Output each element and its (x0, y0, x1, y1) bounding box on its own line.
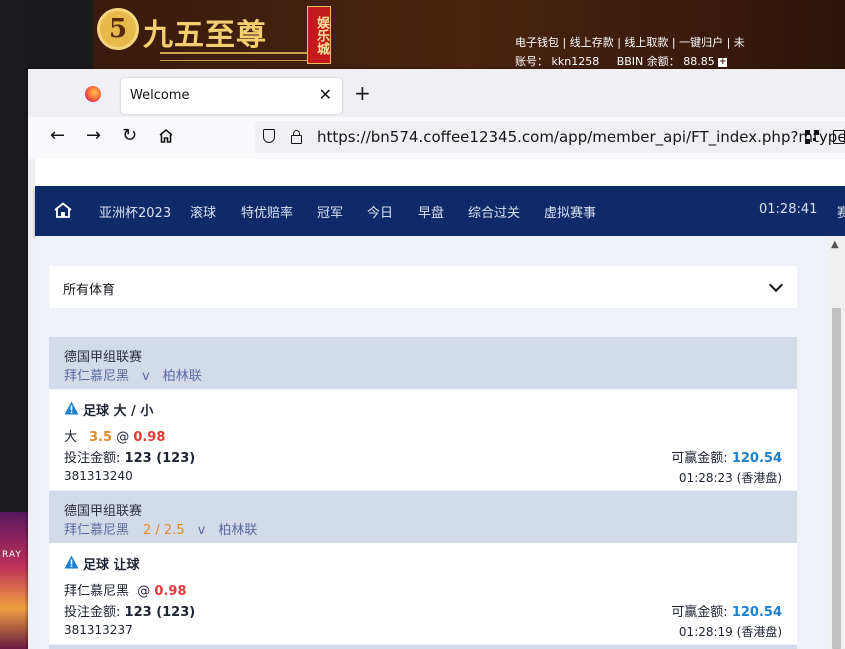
tab-title: Welcome (130, 88, 190, 103)
warning-icon (64, 555, 79, 569)
promo-image: RAY (0, 512, 30, 649)
bet-time: 01:28:19 (香港盘) (678, 625, 782, 639)
tab-strip: Welcome ✕ + (28, 69, 845, 117)
bet-card-next (49, 645, 797, 649)
selection-name: 拜仁慕尼黑 (64, 584, 130, 599)
reader-view-icon[interactable] (833, 130, 845, 144)
nav-virtual[interactable]: 虚拟赛事 (544, 202, 596, 221)
casino-logo-badge: 娱乐城 (307, 6, 331, 64)
account-info: 账号： kkn1258 BBIN 余额： 88.85 + (515, 53, 728, 69)
bet-selection: 拜仁慕尼黑 @ 0.98 (64, 580, 187, 599)
handicap-line: 2 / 2.5 (143, 523, 185, 538)
league-name: 德国甲组联赛 (64, 504, 143, 519)
nav-outright[interactable]: 冠军 (317, 202, 343, 221)
match-teams: 拜仁慕尼黑 2 / 2.5 v 柏林联 (64, 519, 257, 538)
account-value: kkn1258 (551, 55, 600, 68)
tab-welcome[interactable]: Welcome ✕ (121, 78, 342, 114)
nav-live[interactable]: 滚球 (190, 202, 216, 221)
chevron-down-icon[interactable] (768, 277, 784, 293)
at-sign: @ (137, 584, 151, 599)
balance-label: BBIN 余额： (616, 55, 680, 68)
nav-today[interactable]: 今日 (367, 202, 393, 221)
away-team: 柏林联 (218, 523, 258, 538)
bet-market: 足球 大 / 小 (83, 404, 154, 419)
navigation-bar: ← → ↻ https://bn574.coffee12345.com/app/… (28, 117, 845, 159)
forward-icon[interactable]: → (86, 126, 101, 146)
sport-select-value: 所有体育 (63, 283, 116, 298)
home-icon[interactable] (158, 128, 174, 144)
bet-market: 足球 让球 (83, 558, 140, 573)
ticket-id: 381313240 (64, 469, 133, 483)
casino-logo-name: 九五至尊 (143, 18, 267, 53)
casino-logo-number: 5 (97, 8, 139, 50)
home-team: 拜仁慕尼黑 (64, 523, 130, 538)
balance-value: 88.85 (683, 55, 715, 68)
win-label: 可赢金额: (671, 451, 728, 466)
scroll-thumb[interactable] (832, 308, 841, 649)
potential-win: 可赢金额: 120.54 (671, 601, 782, 620)
win-value: 120.54 (731, 605, 782, 620)
selection-odds: 0.98 (133, 430, 166, 445)
url-text[interactable]: https://bn574.coffee12345.com/app/member… (317, 128, 845, 146)
selection-name: 大 (64, 430, 78, 445)
nav-asian-cup[interactable]: 亚洲杯2023 (99, 202, 171, 221)
stake-label: 投注金额: (64, 605, 121, 620)
bet-header: 德国甲组联赛 拜仁慕尼黑 v 柏林联 (49, 337, 797, 389)
shield-icon[interactable] (263, 129, 275, 143)
nav-special-odds[interactable]: 特优赔率 (241, 202, 293, 221)
close-icon[interactable]: ✕ (319, 85, 332, 104)
home-team: 拜仁慕尼黑 (64, 369, 130, 384)
stake-value: 123 (123) (124, 451, 196, 466)
selection-odds: 0.98 (154, 584, 187, 599)
win-value: 120.54 (731, 451, 782, 466)
url-bar[interactable]: https://bn574.coffee12345.com/app/member… (255, 121, 845, 153)
selection-line: 3.5 (89, 430, 113, 445)
lock-icon[interactable] (291, 130, 302, 144)
scrollbar[interactable]: ▲ (828, 236, 845, 649)
stake-amount: 投注金额: 123 (123) (64, 601, 195, 620)
stake-value: 123 (123) (124, 605, 196, 620)
scroll-up-icon[interactable]: ▲ (831, 239, 839, 250)
nav-parlay[interactable]: 综合过关 (468, 202, 520, 221)
qr-code-icon[interactable] (805, 130, 819, 144)
league-name: 德国甲组联赛 (64, 350, 143, 365)
web-page: 亚洲杯2023 滚球 特优赔率 冠军 今日 早盘 综合过关 虚拟赛事 01:28… (35, 159, 845, 649)
promo-text: RAY (2, 550, 22, 560)
away-team: 柏林联 (162, 369, 202, 384)
reload-icon[interactable]: ↻ (122, 126, 137, 146)
back-icon[interactable]: ← (50, 126, 65, 146)
win-label: 可赢金额: (671, 605, 728, 620)
potential-win: 可赢金额: 120.54 (671, 447, 782, 466)
account-links[interactable]: 电子钱包 | 线上存款 | 线上取款 | 一键归户 | 未 (515, 34, 745, 50)
bet-header: 德国甲组联赛 拜仁慕尼黑 2 / 2.5 v 柏林联 (49, 491, 797, 543)
bet-list-panel: 所有体育 德国甲组联赛 拜仁慕尼黑 v 柏林联 足球 大 / 小 大 3.5 @… (35, 236, 828, 649)
nav-early[interactable]: 早盘 (418, 202, 444, 221)
sport-select[interactable]: 所有体育 (49, 266, 797, 308)
versus-label: v (197, 523, 206, 538)
firefox-icon[interactable] (85, 86, 101, 102)
account-label: 账号： (515, 55, 548, 68)
bet-details: 足球 让球 拜仁慕尼黑 @ 0.98 投注金额: 123 (123) 可赢金额:… (49, 543, 797, 644)
warning-icon (64, 401, 79, 415)
versus-label: v (142, 369, 150, 384)
stake-label: 投注金额: (64, 451, 121, 466)
nav-results[interactable]: 赛 (837, 202, 845, 221)
logo-ornament (160, 52, 310, 61)
plus-icon[interactable]: + (718, 57, 728, 67)
bet-details: 足球 大 / 小 大 3.5 @ 0.98 投注金额: 123 (123) 可赢金… (49, 389, 797, 490)
nav-clock: 01:28:41 (759, 202, 818, 217)
stake-amount: 投注金额: 123 (123) (64, 447, 195, 466)
match-teams: 拜仁慕尼黑 v 柏林联 (64, 365, 202, 384)
site-nav-bar: 亚洲杯2023 滚球 特优赔率 冠军 今日 早盘 综合过关 虚拟赛事 01:28… (35, 186, 845, 236)
at-sign: @ (116, 430, 130, 445)
browser-window: Welcome ✕ + ← → ↻ https://bn574.coffee12… (28, 69, 845, 649)
url-main: https://bn574.coffee12345.com/app/member… (317, 128, 845, 146)
bet-time: 01:28:23 (香港盘) (678, 471, 782, 485)
ticket-id: 381313237 (64, 623, 133, 637)
bet-selection: 大 3.5 @ 0.98 (64, 426, 165, 445)
new-tab-button[interactable]: + (354, 83, 371, 103)
site-home-icon[interactable] (54, 202, 72, 218)
